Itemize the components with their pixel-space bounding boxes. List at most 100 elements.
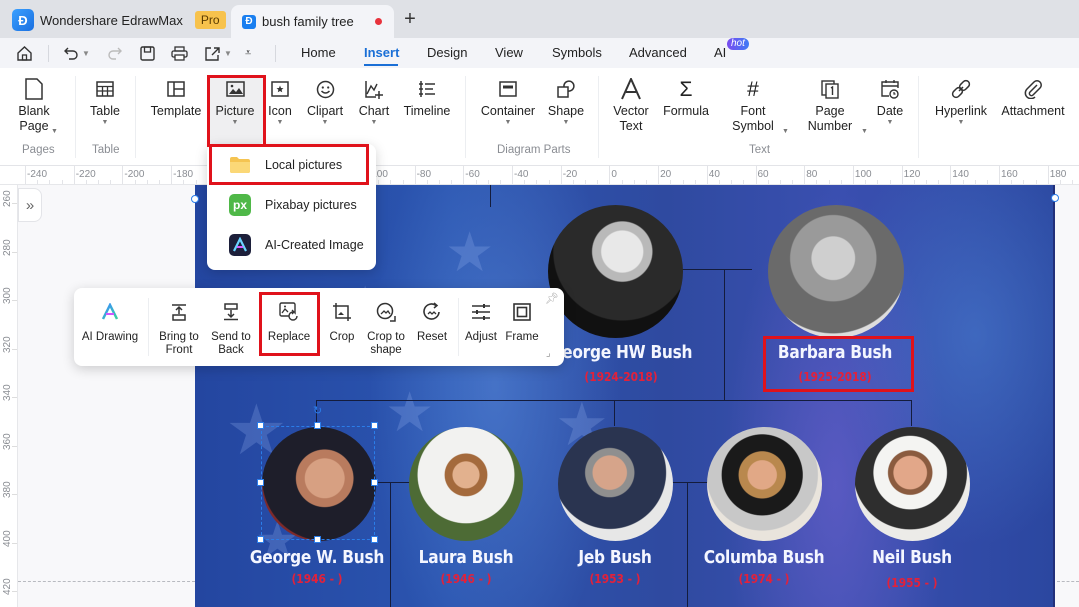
chevron-down-icon: ▼ [224, 48, 232, 58]
shape-button[interactable]: Shape ▼ [547, 76, 585, 127]
vector-text-button[interactable]: Vector Text [610, 76, 652, 134]
print-button[interactable] [171, 43, 188, 63]
pro-badge[interactable]: Pro [194, 11, 226, 29]
toolbar-item-label: Reset [416, 331, 448, 343]
table-button[interactable]: Table ▼ [88, 76, 122, 127]
horizontal-ruler[interactable]: -240-220-200-180-160-140-120-100-80-60-4… [0, 166, 1079, 185]
person-name[interactable]: Barbara Bush [760, 343, 910, 363]
ruler-label: 20 [660, 169, 672, 180]
tab-view[interactable]: View [495, 45, 523, 60]
page-resize-handle[interactable] [1051, 194, 1059, 202]
template-button[interactable]: Template [150, 76, 202, 119]
unsaved-indicator-icon[interactable] [375, 18, 382, 25]
resize-handle[interactable] [371, 422, 378, 429]
adjust-button[interactable]: Adjust [462, 300, 500, 344]
undo-button[interactable]: ▼ [63, 43, 90, 63]
export-icon [205, 46, 220, 61]
person-years[interactable]: (1925-2018) [763, 369, 908, 384]
menu-item-pixabay-pictures[interactable]: px Pixabay pictures [207, 186, 376, 224]
ai-image-icon [229, 234, 251, 256]
chart-label: Chart [358, 104, 390, 118]
clipart-button[interactable]: Clipart ▼ [305, 76, 345, 127]
menu-item-ai-created-image[interactable]: AI-Created Image [207, 226, 376, 264]
tab-design[interactable]: Design [427, 45, 467, 60]
person-name[interactable]: Laura Bush [391, 548, 541, 568]
rotate-handle-icon[interactable]: ↻ [313, 404, 322, 417]
tab-insert[interactable]: Insert [364, 45, 399, 60]
portrait-columba-bush[interactable] [707, 427, 822, 541]
formula-button[interactable]: Σ Formula [662, 76, 710, 119]
reset-button[interactable]: Reset [414, 300, 450, 344]
person-name[interactable]: George W. Bush [242, 548, 392, 568]
blank-page-button[interactable]: Blank Page ▼ [14, 76, 58, 135]
redo-button[interactable] [107, 43, 123, 63]
attachment-button[interactable]: Attachment [1000, 76, 1066, 119]
home-icon[interactable] [14, 43, 34, 63]
replace-button[interactable]: Replace [261, 300, 317, 344]
timeline-button[interactable]: Timeline [402, 76, 452, 119]
portrait-neil-bush[interactable] [855, 427, 970, 541]
resize-handle[interactable] [257, 422, 264, 429]
portrait-laura-bush[interactable] [409, 427, 523, 541]
send-to-back-button[interactable]: Send to Back [206, 300, 256, 357]
export-button[interactable]: ▼ [204, 43, 232, 63]
picture-button[interactable]: Picture ▼ [210, 76, 260, 127]
chevron-down-icon: ▼ [51, 128, 58, 135]
portrait-barbara-bush[interactable] [768, 205, 904, 338]
font-symbol-button[interactable]: # Font Symbol ▼ [728, 76, 789, 136]
font-symbol-label: Font Symbol [732, 104, 774, 133]
person-years[interactable]: (1974 - ) [692, 571, 837, 586]
page-number-button[interactable]: Page Number ▼ [803, 76, 868, 135]
person-name[interactable]: Jeb Bush [540, 548, 690, 568]
ai-drawing-button[interactable]: AI Drawing [80, 300, 140, 344]
person-name[interactable]: Neil Bush [837, 548, 987, 568]
resize-handle[interactable] [371, 479, 378, 486]
person-years[interactable]: (1955 - ) [840, 575, 985, 590]
connector-line [911, 400, 912, 426]
frame-icon [513, 303, 531, 321]
document-tab[interactable]: Ð bush family tree [231, 5, 394, 38]
hot-badge: hot [727, 38, 749, 50]
page-resize-handle[interactable] [191, 195, 199, 203]
tab-ai[interactable]: AI [714, 45, 726, 60]
resize-handle[interactable] [314, 422, 321, 429]
customize-quick-access-icon[interactable]: ⩡ [245, 43, 251, 63]
tab-advanced[interactable]: Advanced [629, 45, 687, 60]
hyperlink-button[interactable]: Hyperlink ▼ [933, 76, 989, 127]
resize-handle[interactable] [314, 536, 321, 543]
save-button[interactable] [140, 43, 155, 63]
portrait-jeb-bush[interactable] [558, 427, 673, 541]
icon-button[interactable]: Icon ▼ [265, 76, 295, 127]
menu-item-local-pictures[interactable]: Local pictures [207, 146, 376, 184]
crop-button[interactable]: Crop [324, 300, 360, 344]
resize-handle[interactable] [371, 536, 378, 543]
chart-button[interactable]: Chart ▼ [355, 76, 393, 127]
person-years[interactable]: (1924-2018) [549, 369, 694, 384]
collapse-toolbar-icon[interactable]: ⌟ [546, 348, 551, 359]
new-tab-button[interactable]: + [400, 8, 420, 31]
image-context-toolbar: AI Drawing Bring to Front Send to Back R… [74, 288, 564, 366]
frame-button[interactable]: Frame [503, 300, 541, 344]
person-name[interactable]: George HW Bush [546, 343, 696, 363]
app-tab[interactable]: Ð Wondershare EdrawMax Pro [12, 6, 226, 34]
toolbar-item-label: Adjust [465, 331, 497, 343]
person-years[interactable]: (1953 - ) [543, 571, 688, 586]
container-button[interactable]: Container ▼ [480, 76, 536, 127]
crop-to-shape-button[interactable]: Crop to shape [364, 300, 408, 357]
person-years[interactable]: (1946 - ) [245, 571, 390, 586]
resize-handle[interactable] [257, 536, 264, 543]
tab-symbols[interactable]: Symbols [552, 45, 602, 60]
person-name[interactable]: Columba Bush [689, 548, 839, 568]
vector-text-icon [621, 78, 641, 100]
selection-box [261, 426, 375, 540]
vertical-ruler[interactable]: 260 280 300 320 340 360 380 400 420 [0, 185, 18, 607]
portrait-george-hw-bush[interactable] [548, 205, 683, 338]
date-button[interactable]: Date ▼ [874, 76, 906, 127]
resize-handle[interactable] [257, 479, 264, 486]
pin-icon[interactable]: 📌︎ [545, 292, 559, 305]
person-years[interactable]: (1946 - ) [394, 571, 539, 586]
expand-sidebar-button[interactable]: » [18, 188, 42, 222]
tab-home[interactable]: Home [301, 45, 336, 60]
page-break-line [18, 581, 195, 582]
bring-to-front-button[interactable]: Bring to Front [154, 300, 204, 357]
